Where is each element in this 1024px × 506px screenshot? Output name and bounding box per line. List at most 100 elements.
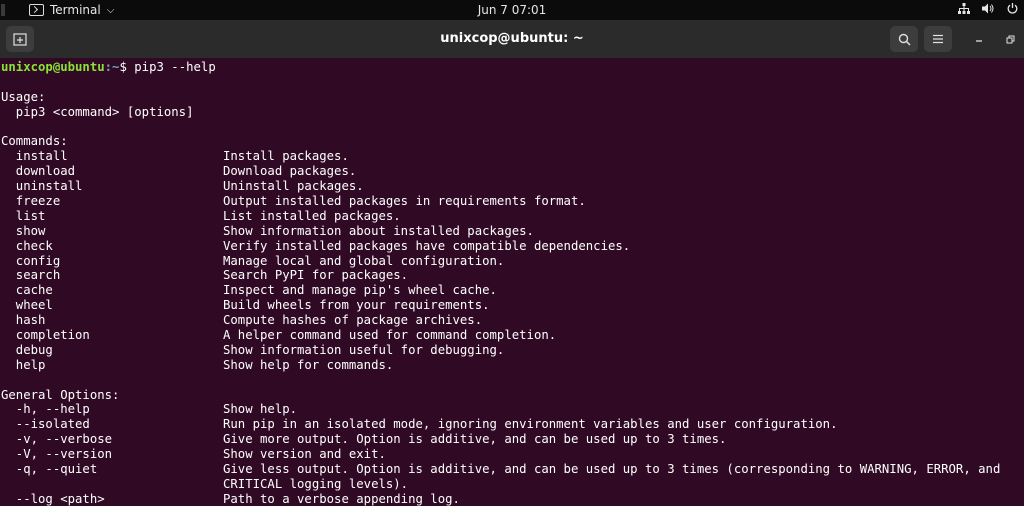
option-row: -q, --quiet Give less output. Option is a… (1, 462, 1024, 477)
command-row: download Download packages. (1, 164, 1024, 179)
maximize-button[interactable] (1001, 30, 1019, 48)
command-line: unixcop@ubuntu:~$ pip3 --help (1, 60, 1024, 75)
commands-header: Commands: (1, 134, 68, 149)
option-row: --isolated Run pip in an isolated mode, i… (1, 417, 1024, 432)
minimize-icon (976, 40, 982, 42)
option-row-description: Show version and exit. (223, 447, 386, 462)
command-row: freeze Output installed packages in requi… (1, 194, 1024, 209)
minimize-button[interactable] (970, 30, 988, 48)
command-row-name: config (1, 253, 61, 268)
command-row: uninstall Uninstall packages. (1, 179, 1024, 194)
command-row-description: Output installed packages in requirement… (223, 194, 586, 209)
clock[interactable]: Jun 7 07:01 (478, 3, 547, 17)
option-row-description: Run pip in an isolated mode, ignoring en… (223, 417, 838, 432)
command-row-name: freeze (1, 194, 61, 209)
command-row-description: Show information useful for debugging. (223, 342, 505, 357)
option-row-name: -q, --quiet (1, 462, 98, 477)
option-row: -h, --help Show help. (1, 402, 1024, 417)
command-row-name: install (1, 149, 68, 164)
volume-icon[interactable] (982, 3, 995, 17)
usage-line: pip3 <command> [options] (1, 104, 194, 119)
option-row-description: Give more output. Option is additive, an… (223, 432, 727, 447)
terminal-output[interactable]: unixcop@ubuntu:~$ pip3 --help Usage: pip… (0, 58, 1024, 506)
command-row-name: show (1, 223, 46, 238)
prompt-symbol: $ (119, 60, 135, 74)
command-row-description: Show help for commands. (223, 357, 394, 372)
top-bar: Terminal ⌵ Jun 7 07:01 (0, 0, 1024, 20)
command-row-description: Inspect and manage pip's wheel cache. (223, 283, 497, 298)
command-row-name: download (1, 164, 76, 179)
option-row-description: Show help. (223, 402, 298, 417)
app-menu[interactable]: Terminal ⌵ (29, 3, 114, 17)
command-row-description: Manage local and global configuration. (223, 253, 505, 268)
command-row: wheel Build wheels from your requirements… (1, 298, 1024, 313)
command-row: cache Inspect and manage pip's wheel cach… (1, 283, 1024, 298)
activities-button[interactable] (1, 4, 5, 16)
terminal-app-icon (29, 4, 44, 16)
command-row-name: list (1, 208, 46, 223)
option-row-name: --isolated (1, 417, 90, 432)
hamburger-menu-icon (933, 34, 943, 44)
command-row: search Search PyPI for packages. (1, 268, 1024, 283)
new-tab-icon (13, 32, 27, 46)
command-row-name: completion (1, 328, 90, 343)
chevron-down-icon: ⌵ (106, 4, 115, 16)
search-icon (898, 33, 911, 46)
network-icon[interactable] (958, 3, 970, 17)
option-row-description: Path to a verbose appending log. (223, 491, 460, 506)
command-row-description: Install packages. (223, 149, 349, 164)
app-menu-label: Terminal (50, 3, 101, 17)
command-row-description: Show information about installed package… (223, 223, 534, 238)
options-list: -h, --help Show help. --isolated Run pip i… (1, 402, 1024, 506)
typed-command: pip3 --help (134, 60, 216, 74)
prompt-path: :~ (104, 60, 120, 74)
command-row: show Show information about installed pac… (1, 224, 1024, 239)
command-row-description: Build wheels from your requirements. (223, 298, 490, 313)
command-row-description: Download packages. (223, 164, 357, 179)
command-row-description: Uninstall packages. (223, 179, 364, 194)
option-row-name: --log <path> (1, 491, 105, 506)
command-row-name: hash (1, 313, 46, 328)
command-row-name: help (1, 357, 46, 372)
command-row: debug Show information useful for debuggi… (1, 343, 1024, 358)
command-row-name: search (1, 268, 61, 283)
command-row: install Install packages. (1, 149, 1024, 164)
prompt-user: unixcop@ubuntu (1, 60, 105, 74)
command-row: help Show help for commands. (1, 358, 1024, 373)
option-row: -v, --verbose Give more output. Option is… (1, 432, 1024, 447)
menu-button[interactable] (924, 26, 952, 52)
command-row-description: A helper command used for command comple… (223, 328, 557, 343)
option-row-description: CRITICAL logging levels). (223, 476, 409, 491)
command-row: list List installed packages. (1, 209, 1024, 224)
option-row: CRITICAL logging levels). (1, 477, 1024, 492)
window-title: unixcop@ubuntu: ~ (440, 31, 584, 46)
window-header-bar: unixcop@ubuntu: ~ (0, 20, 1024, 58)
command-row-description: Compute hashes of package archives. (223, 313, 483, 328)
command-row: hash Compute hashes of package archives. (1, 313, 1024, 328)
system-tray[interactable] (958, 0, 1018, 20)
command-row-name: wheel (1, 298, 53, 313)
option-row-name: -V, --version (1, 447, 113, 462)
restore-icon (1006, 35, 1014, 43)
option-row: --log <path> Path to a verbose appending … (1, 492, 1024, 506)
command-row-name: check (1, 238, 53, 253)
command-row-description: Search PyPI for packages. (223, 268, 409, 283)
commands-list: install Install packages. download Downloa… (1, 149, 1024, 372)
power-icon[interactable] (1007, 3, 1018, 17)
command-row: config Manage local and global configurat… (1, 254, 1024, 269)
command-row-name: debug (1, 342, 53, 357)
usage-header: Usage: (1, 89, 46, 104)
option-row-name: -v, --verbose (1, 432, 113, 447)
command-row-description: List installed packages. (223, 208, 401, 223)
option-row-name: -h, --help (1, 402, 90, 417)
command-row-name: cache (1, 283, 53, 298)
search-button[interactable] (890, 26, 918, 52)
option-row-description: Give less output. Option is additive, an… (223, 462, 1001, 477)
option-row: -V, --version Show version and exit. (1, 447, 1024, 462)
options-header: General Options: (1, 387, 120, 402)
command-row: completion A helper command used for comm… (1, 328, 1024, 343)
new-tab-button[interactable] (6, 26, 34, 52)
